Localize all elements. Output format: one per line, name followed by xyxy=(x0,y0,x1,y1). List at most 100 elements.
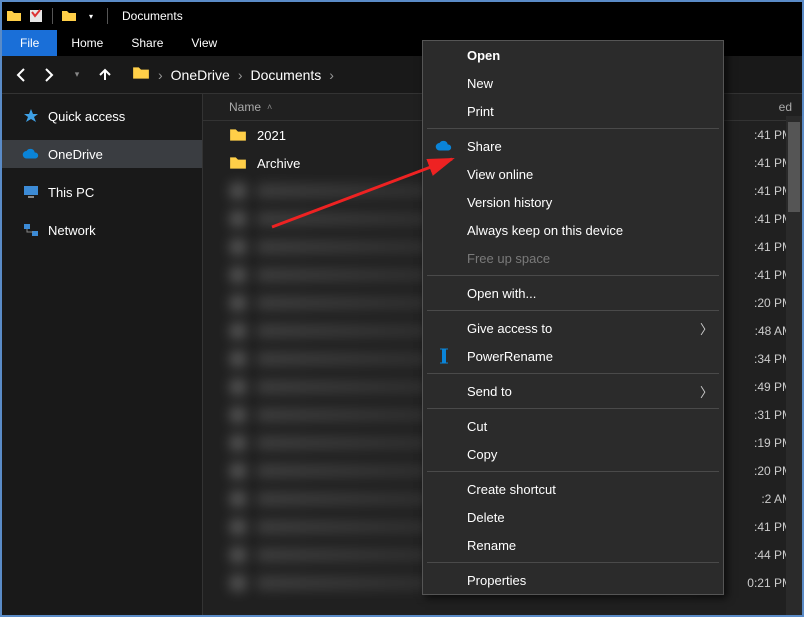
menu-separator xyxy=(427,275,719,276)
file-icon xyxy=(229,350,247,368)
folder-icon xyxy=(61,8,77,24)
file-date: :49 PM xyxy=(712,380,792,394)
menu-item-label: Copy xyxy=(467,447,497,462)
file-icon xyxy=(229,490,247,508)
chevron-right-icon: 〉 xyxy=(700,319,713,338)
file-date: 0:21 PM xyxy=(712,576,792,590)
cloud-icon xyxy=(22,145,40,163)
menu-separator xyxy=(427,310,719,311)
up-button[interactable] xyxy=(94,64,116,86)
forward-button[interactable] xyxy=(38,64,60,86)
menu-item-copy[interactable]: Copy xyxy=(423,440,723,468)
chevron-right-icon: 〉 xyxy=(700,382,713,401)
menu-item-label: Rename xyxy=(467,538,516,553)
folder-icon xyxy=(229,154,247,172)
menu-separator xyxy=(427,471,719,472)
menu-item-share[interactable]: Share xyxy=(423,132,723,160)
menu-item-label: Share xyxy=(467,139,502,154)
chevron-right-icon[interactable]: › xyxy=(329,67,334,83)
scroll-thumb[interactable] xyxy=(788,122,800,212)
star-icon xyxy=(22,107,40,125)
chevron-right-icon[interactable]: › xyxy=(238,67,243,83)
menu-item-always-keep-on-this-device[interactable]: Always keep on this device xyxy=(423,216,723,244)
menu-item-delete[interactable]: Delete xyxy=(423,503,723,531)
powerrename-icon xyxy=(435,347,453,365)
menu-item-send-to[interactable]: Send to〉 xyxy=(423,377,723,405)
crumb-onedrive[interactable]: OneDrive xyxy=(171,67,230,83)
file-icon xyxy=(229,518,247,536)
menu-separator xyxy=(427,128,719,129)
monitor-icon xyxy=(22,183,40,201)
menu-item-rename[interactable]: Rename xyxy=(423,531,723,559)
file-icon xyxy=(229,182,247,200)
file-date: :2 AM xyxy=(712,492,792,506)
dropdown-icon[interactable]: ▾ xyxy=(83,8,99,24)
file-date: :31 PM xyxy=(712,408,792,422)
menu-item-powerrename[interactable]: PowerRename xyxy=(423,342,723,370)
file-icon xyxy=(229,238,247,256)
menu-item-label: Delete xyxy=(467,510,505,525)
menu-item-open-with[interactable]: Open with... xyxy=(423,279,723,307)
menu-item-cut[interactable]: Cut xyxy=(423,412,723,440)
file-date: :41 PM xyxy=(712,184,792,198)
menu-item-new[interactable]: New xyxy=(423,69,723,97)
menu-item-label: Free up space xyxy=(467,251,550,266)
sidebar-item-label: Quick access xyxy=(48,109,125,124)
menu-item-view-online[interactable]: View online xyxy=(423,160,723,188)
sidebar-item-onedrive[interactable]: OneDrive xyxy=(2,140,202,168)
folder-icon xyxy=(6,8,22,24)
nav-pane: Quick access OneDrive This PC Network xyxy=(2,94,202,615)
menu-item-label: Give access to xyxy=(467,321,552,336)
sidebar-item-this-pc[interactable]: This PC xyxy=(2,178,202,206)
crumb-documents[interactable]: Documents xyxy=(250,67,321,83)
file-date: :44 PM xyxy=(712,548,792,562)
file-date: :20 PM xyxy=(712,464,792,478)
save-icon[interactable] xyxy=(28,8,44,24)
tab-home[interactable]: Home xyxy=(57,30,117,56)
file-icon xyxy=(229,378,247,396)
tab-view[interactable]: View xyxy=(177,30,231,56)
file-icon xyxy=(229,462,247,480)
file-date: :41 PM xyxy=(712,156,792,170)
context-menu: Open NewPrint Share View online Version hist… xyxy=(422,40,724,595)
sidebar-item-network[interactable]: Network xyxy=(2,216,202,244)
menu-item-label: Version history xyxy=(467,195,552,210)
file-date: :20 PM xyxy=(712,296,792,310)
menu-item-label: PowerRename xyxy=(467,349,553,364)
menu-item-print[interactable]: Print xyxy=(423,97,723,125)
column-date-modified[interactable]: ed xyxy=(712,100,792,114)
file-icon xyxy=(229,210,247,228)
sidebar-item-label: Network xyxy=(48,223,96,238)
menu-item-label: Open xyxy=(467,48,500,63)
chevron-up-icon: ˄ xyxy=(267,102,272,112)
folder-icon xyxy=(229,126,247,144)
file-date: :41 PM xyxy=(712,520,792,534)
tab-share[interactable]: Share xyxy=(117,30,177,56)
menu-separator xyxy=(427,408,719,409)
menu-item-free-up-space: Free up space xyxy=(423,244,723,272)
menu-item-give-access-to[interactable]: Give access to 〉 xyxy=(423,314,723,342)
back-button[interactable] xyxy=(10,64,32,86)
recent-dropdown[interactable]: ▾ xyxy=(66,64,88,86)
chevron-right-icon[interactable]: › xyxy=(158,67,163,83)
file-date: :41 PM xyxy=(712,240,792,254)
sidebar-item-label: OneDrive xyxy=(48,147,103,162)
menu-item-label: Always keep on this device xyxy=(467,223,623,238)
menu-item-version-history[interactable]: Version history xyxy=(423,188,723,216)
menu-item-create-shortcut[interactable]: Create shortcut xyxy=(423,475,723,503)
menu-item-open[interactable]: Open xyxy=(423,41,723,69)
title-bar: ▾ Documents xyxy=(2,2,802,30)
tab-file[interactable]: File xyxy=(2,30,57,56)
vertical-scrollbar[interactable] xyxy=(786,116,802,615)
folder-icon xyxy=(132,64,150,85)
menu-separator xyxy=(427,373,719,374)
menu-item-properties[interactable]: Properties xyxy=(423,566,723,594)
sidebar-item-quick-access[interactable]: Quick access xyxy=(2,102,202,130)
cloud-icon xyxy=(435,137,453,155)
file-date: :41 PM xyxy=(712,128,792,142)
network-icon xyxy=(22,221,40,239)
menu-separator xyxy=(427,562,719,563)
file-date: :34 PM xyxy=(712,352,792,366)
separator xyxy=(107,8,108,24)
menu-item-label: Cut xyxy=(467,419,487,434)
